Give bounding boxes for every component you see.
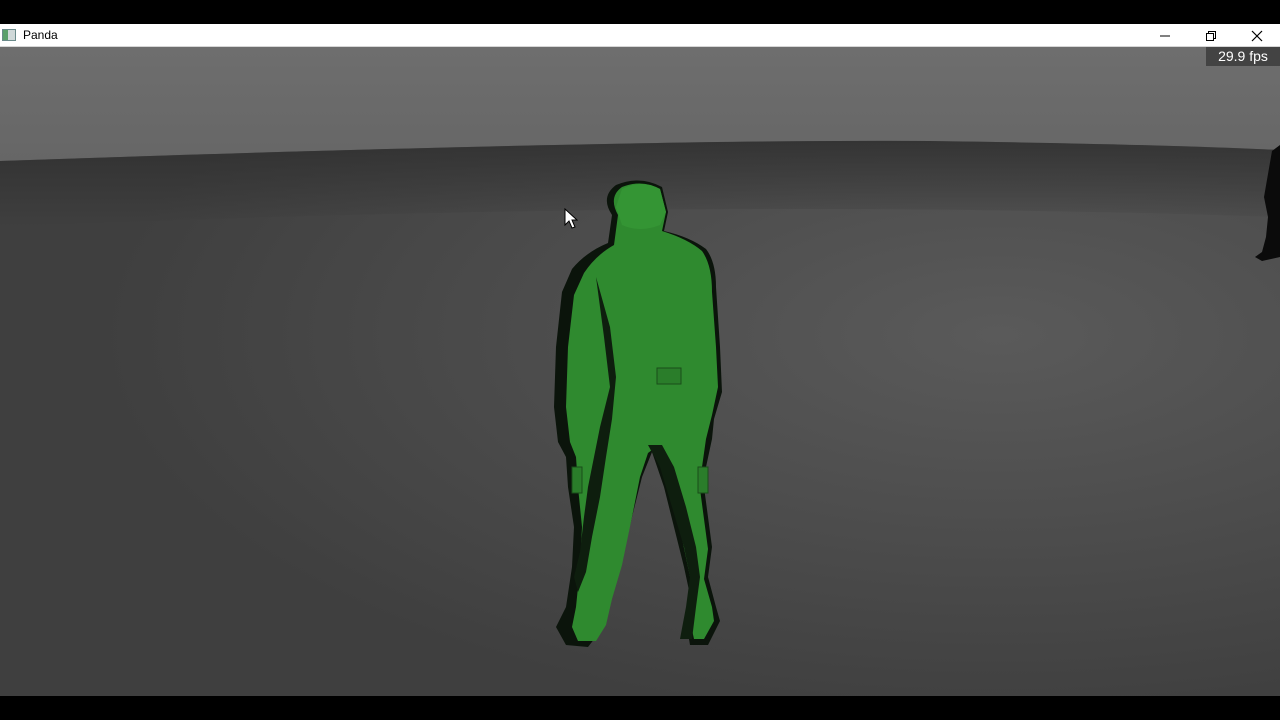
restore-button[interactable]	[1188, 24, 1234, 47]
character-helmet	[616, 184, 666, 229]
window-title: Panda	[23, 28, 58, 42]
window-controls	[1142, 24, 1280, 47]
character-holster-left	[571, 466, 583, 494]
title-bar[interactable]: Panda	[0, 24, 1280, 47]
character-holster-right	[697, 466, 709, 494]
letterbox-bottom	[0, 696, 1280, 720]
minimize-button[interactable]	[1142, 24, 1188, 47]
close-button[interactable]	[1234, 24, 1280, 47]
3d-viewport[interactable]: 29.9 fps	[0, 47, 1280, 696]
scene-render	[0, 47, 1280, 696]
letterbox-top	[0, 0, 1280, 24]
restore-icon	[1206, 30, 1216, 41]
character-belt-pouch	[656, 367, 682, 385]
fps-counter: 29.9 fps	[1206, 47, 1280, 66]
panda-window: Panda 29.9 fps	[0, 24, 1280, 696]
mouse-cursor-icon	[564, 208, 578, 229]
close-icon	[1251, 30, 1263, 41]
minimize-icon	[1160, 35, 1170, 36]
panda-app-icon	[2, 29, 16, 41]
